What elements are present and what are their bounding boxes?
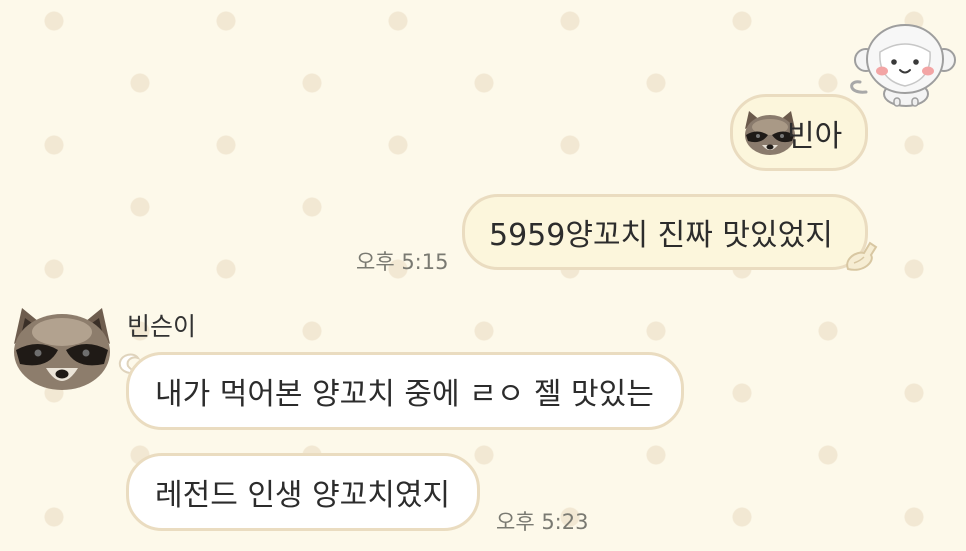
message-text: 내가 먹어본 양꼬치 중에 ㄹㅇ 젤 맛있는 [155,377,654,412]
outgoing-message-bubble[interactable]: 5959양꼬치 진짜 맛있었지 [462,194,868,270]
outgoing-message-bubble[interactable]: 빈아 [730,94,868,171]
monkey-sticker-icon [850,24,956,107]
incoming-message-bubble[interactable]: 레전드 인생 양꼬치였지 [126,453,480,531]
message-text: 레전드 인생 양꼬치였지 [155,478,451,513]
message-text: 5959양꼬치 진짜 맛있었지 [489,218,833,253]
bubble-tail-icon [846,241,878,271]
raccoon-avatar-icon[interactable] [8,304,116,392]
message-timestamp: 오후 5:15 [356,250,449,274]
message-text: 빈아 [787,118,843,154]
incoming-message-bubble[interactable]: 내가 먹어본 양꼬치 중에 ㄹㅇ 젤 맛있는 [126,352,684,430]
sender-name: 빈슨이 [127,312,197,341]
message-timestamp: 오후 5:23 [496,510,589,534]
